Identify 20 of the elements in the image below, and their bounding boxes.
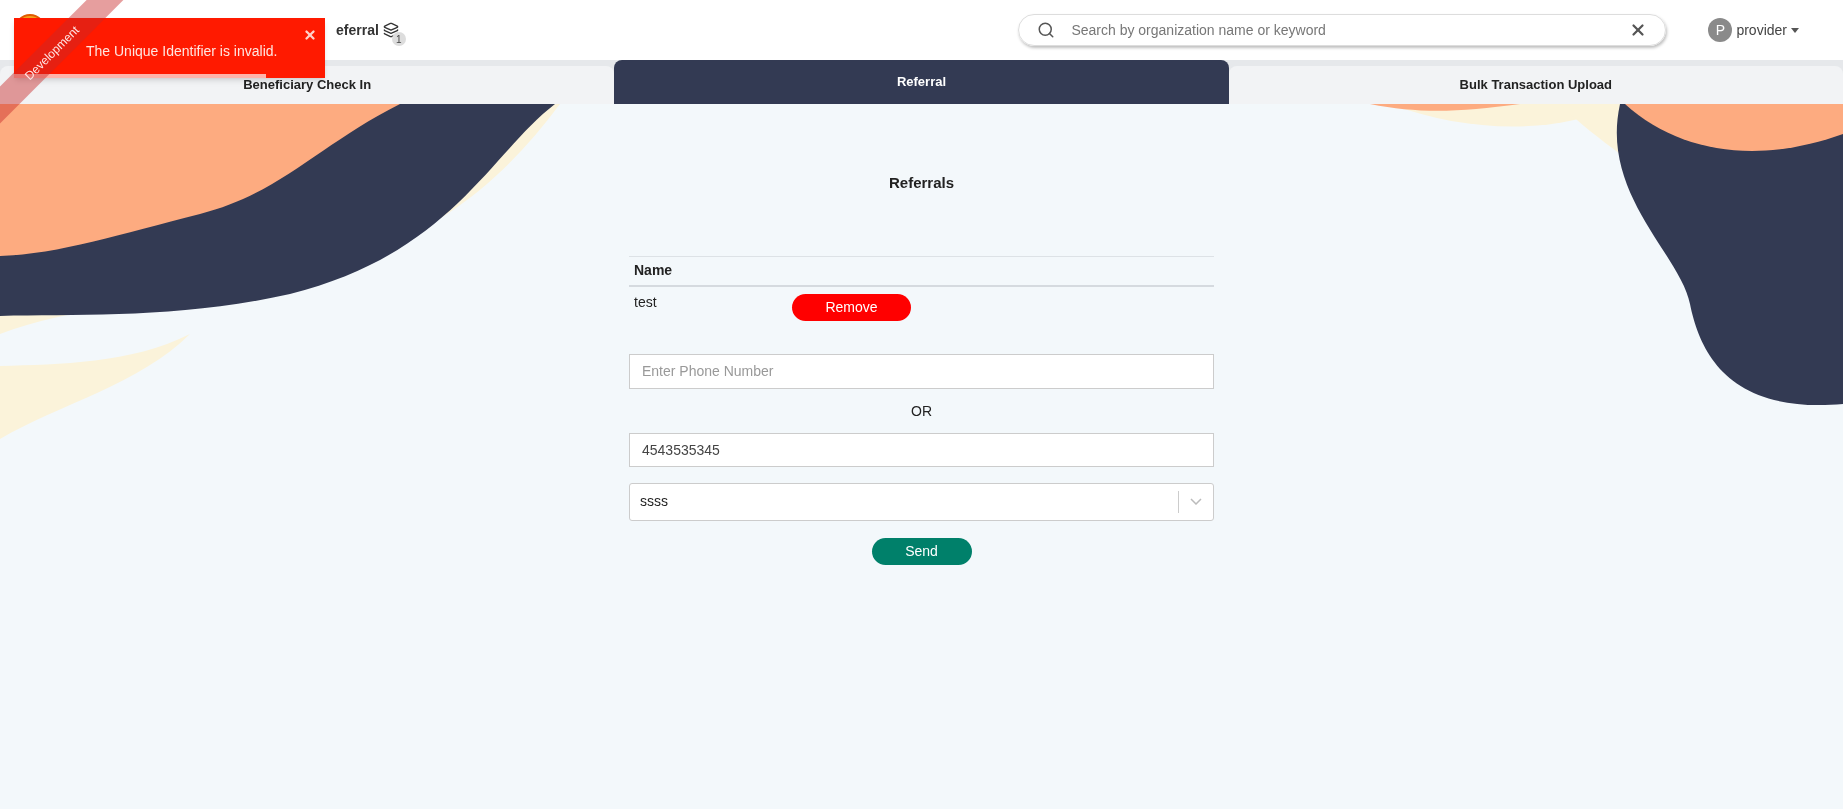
tab[interactable]: Referral	[614, 60, 1229, 104]
identifier-field[interactable]: 4543535345	[629, 432, 1214, 467]
search-icon	[1037, 21, 1056, 39]
close-icon[interactable]	[303, 28, 317, 42]
column-header: Name	[634, 261, 673, 280]
caret-icon	[1791, 27, 1799, 33]
chevron-icon	[1190, 498, 1202, 505]
tab[interactable]: Bulk Transaction Upload	[1228, 66, 1843, 104]
or-separator: OR	[911, 402, 932, 419]
table-cell-text: test	[634, 292, 658, 312]
send-button[interactable]: Send	[871, 537, 972, 565]
error-message: The Unique Identifier is invalid.	[86, 42, 278, 61]
remove-button[interactable]: Remove	[792, 293, 911, 321]
phone-field[interactable]: Enter Phone Number	[629, 353, 1214, 389]
count-badge: 1	[391, 32, 406, 46]
nav-link[interactable]: eferral	[336, 19, 379, 41]
select-field[interactable]: ssss	[629, 482, 1214, 521]
user-menu[interactable]: provider	[1736, 19, 1787, 41]
search-field[interactable]: Search by organization name or keyword	[1071, 19, 1614, 41]
page-title: Referrals	[888, 173, 954, 193]
